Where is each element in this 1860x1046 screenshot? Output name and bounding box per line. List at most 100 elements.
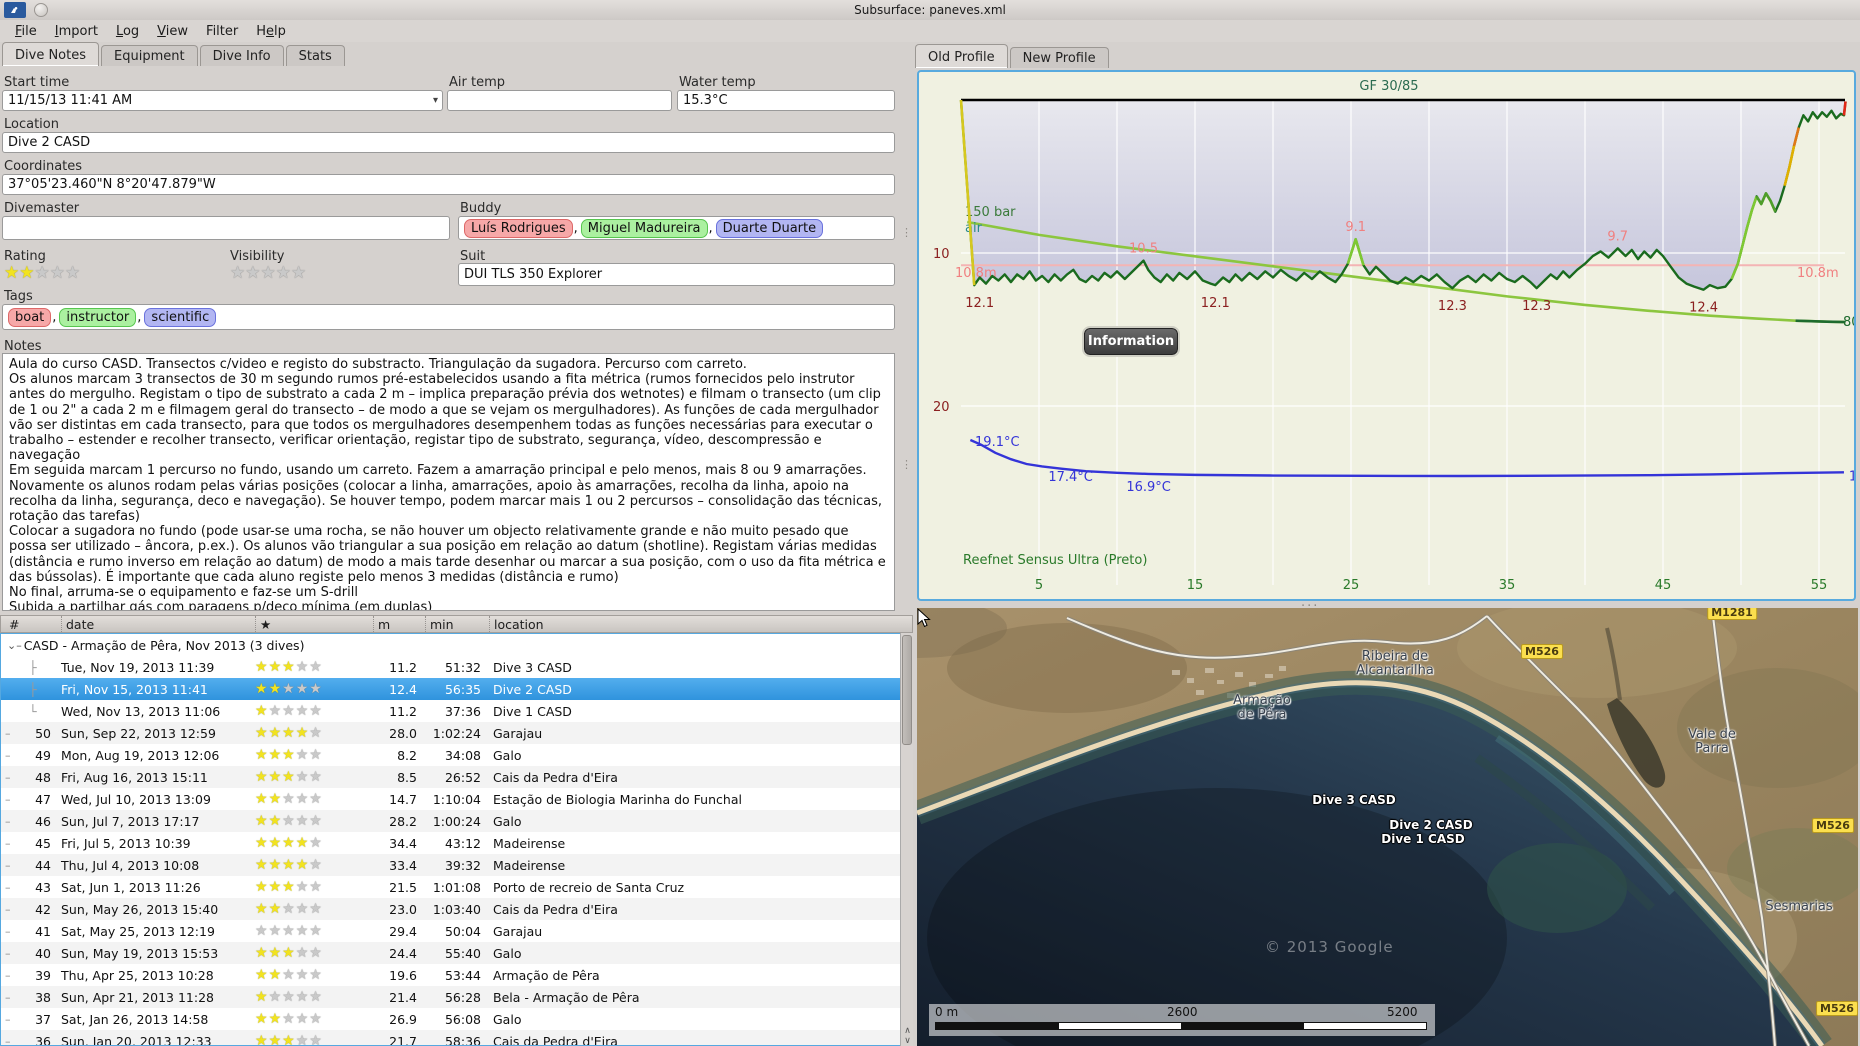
table-row[interactable]: –40 Sun, May 19, 2013 15:53 ★★★★★ 24.4 55:40… — [1, 942, 912, 964]
dive-list-header[interactable]: # date ★ m min location — [0, 615, 913, 633]
svg-text:GF 30/85: GF 30/85 — [1359, 79, 1418, 94]
table-row[interactable]: –47 Wed, Jul 10, 2013 13:09 ★★★★★ 14.7 1:10:… — [1, 788, 912, 810]
scrollbar-arrows[interactable]: ∧ ∨ — [901, 1026, 914, 1046]
table-row[interactable]: –38 Sun, Apr 21, 2013 11:28 ★★★★★ 21.4 56:28… — [1, 986, 912, 1008]
tree-stub: – — [5, 814, 11, 828]
table-row[interactable]: ├ Fri, Nov 15, 2013 11:41 ★★★★★ 12.4 56:35 Di… — [1, 678, 912, 700]
star-icon: ★ — [268, 813, 283, 829]
tags-field[interactable]: boat, instructor, scientific — [2, 304, 895, 330]
column-header-min[interactable]: min — [425, 616, 489, 632]
tab-dive-info[interactable]: Dive Info — [199, 45, 284, 66]
svg-text:9.1: 9.1 — [1345, 220, 1366, 235]
visibility-stars[interactable]: ★★★★★ — [230, 263, 306, 282]
dive-list-scrollbar[interactable]: ∧ ∨ — [900, 633, 913, 1046]
dive-duration: 51:32 — [444, 659, 481, 675]
menu-view[interactable]: View — [148, 22, 197, 41]
star-icon: ★ — [309, 725, 323, 741]
star-icon: ★ — [309, 879, 323, 895]
table-row[interactable]: –50 Sun, Sep 22, 2013 12:59 ★★★★★ 28.0 1:02:… — [1, 722, 912, 744]
tab-equipment[interactable]: Equipment — [101, 45, 198, 66]
star-icon[interactable]: ★ — [245, 263, 260, 283]
table-row[interactable]: –49 Mon, Aug 19, 2013 12:06 ★★★★★ 8.2 34:08 G… — [1, 744, 912, 766]
table-row[interactable]: –43 Sat, Jun 1, 2013 11:26 ★★★★★ 21.5 1:01:0… — [1, 876, 912, 898]
table-row[interactable]: ├ Tue, Nov 19, 2013 11:39 ★★★★★ 11.2 51:32 Di… — [1, 656, 912, 678]
star-icon: ★ — [268, 703, 283, 719]
divemaster-field[interactable] — [2, 216, 450, 240]
location-field[interactable]: Dive 2 CASD — [2, 132, 895, 153]
star-icon[interactable]: ★ — [276, 263, 291, 283]
rating-stars[interactable]: ★★★★★ — [4, 263, 80, 282]
table-row[interactable]: –39 Thu, Apr 25, 2013 10:28 ★★★★★ 19.6 53:44… — [1, 964, 912, 986]
water-temp-field[interactable]: 15.3°C — [677, 90, 895, 111]
star-icon: ★ — [282, 791, 296, 807]
tag-pill: Miguel Madureira — [580, 218, 708, 238]
table-row[interactable]: └ Wed, Nov 13, 2013 11:06 ★★★★★ 11.2 37:36 Di… — [1, 700, 912, 722]
table-row[interactable]: –37 Sat, Jan 26, 2013 14:58 ★★★★★ 26.9 56:08… — [1, 1008, 912, 1030]
right-tab-bar[interactable]: Old Profile New Profile — [915, 44, 1111, 68]
star-icon: ★ — [295, 1033, 310, 1046]
column-header-location[interactable]: location — [489, 616, 912, 632]
menu-file[interactable]: File — [6, 22, 46, 41]
star-icon[interactable]: ★ — [35, 263, 50, 283]
pill-separator: , — [708, 220, 713, 236]
star-icon[interactable]: ★ — [291, 263, 306, 283]
star-icon: ★ — [255, 769, 269, 785]
tag-pill: Duarte Duarte — [715, 218, 824, 238]
coordinates-field[interactable]: 37°05'23.460"N 8°20'47.879"W — [2, 174, 895, 195]
menu-help[interactable]: Help — [247, 22, 295, 41]
tab-dive-notes[interactable]: Dive Notes — [2, 42, 99, 66]
buddy-field[interactable]: Luís Rodrigues, Miguel Madureira, Duarte D… — [458, 216, 895, 240]
air-temp-field[interactable] — [447, 90, 672, 111]
scrollbar-thumb[interactable] — [902, 635, 912, 745]
dive-number: 36 — [35, 1033, 51, 1046]
road-badge: M526 — [1521, 644, 1563, 659]
dive-depth: 28.2 — [389, 813, 417, 829]
star-icon[interactable]: ★ — [4, 263, 19, 283]
star-icon[interactable]: ★ — [19, 263, 34, 283]
trip-group-row[interactable]: ⌄– CASD - Armação de Pêra, Nov 2013 (3 d… — [1, 634, 912, 656]
column-header-m[interactable]: m — [373, 616, 425, 632]
column-header-num[interactable]: # — [1, 616, 61, 632]
dive-location: Cais da Pedra d'Eira — [493, 769, 618, 785]
dive-date: Sat, May 25, 2013 12:19 — [61, 923, 215, 939]
star-icon[interactable]: ★ — [230, 263, 245, 283]
table-row[interactable]: –41 Sat, May 25, 2013 12:19 ★★★★★ 29.4 50:04… — [1, 920, 912, 942]
menu-filter[interactable]: Filter — [197, 22, 247, 41]
dive-date: Sat, Jun 1, 2013 11:26 — [61, 879, 201, 895]
dive-location: Galo — [493, 813, 522, 829]
dive-location-map[interactable]: Armação de Pêra Ribeira de Alcantarilha Va… — [917, 608, 1858, 1046]
table-row[interactable]: –44 Thu, Jul 4, 2013 10:08 ★★★★★ 33.4 39:32 M… — [1, 854, 912, 876]
table-row[interactable]: –46 Sun, Jul 7, 2013 17:17 ★★★★★ 28.2 1:00:2… — [1, 810, 912, 832]
star-icon: ★ — [295, 879, 310, 895]
star-icon[interactable]: ★ — [50, 263, 65, 283]
tab-new-profile[interactable]: New Profile — [1009, 47, 1109, 68]
dive-list-body[interactable]: ⌄– CASD - Armação de Pêra, Nov 2013 (3 d… — [0, 633, 913, 1046]
star-icon[interactable]: ★ — [65, 263, 80, 283]
tab-stats[interactable]: Stats — [285, 45, 345, 66]
table-row[interactable]: –42 Sun, May 26, 2013 15:40 ★★★★★ 23.0 1:03:… — [1, 898, 912, 920]
tab-old-profile[interactable]: Old Profile — [915, 44, 1008, 68]
column-header-date[interactable]: date — [61, 616, 255, 632]
column-header-stars[interactable]: ★ — [255, 616, 373, 632]
star-icon: ★ — [309, 681, 323, 697]
table-row[interactable]: –36 Sun, Jan 20, 2013 12:33 ★★★★★ 21.7 58:36… — [1, 1030, 912, 1046]
left-tab-bar[interactable]: Dive Notes Equipment Dive Info Stats — [2, 42, 347, 66]
dive-duration: 1:00:24 — [432, 813, 481, 829]
title-bar[interactable]: Subsurface: paneves.xml — [0, 0, 1860, 20]
panel-splitter[interactable]: ⋮ ⋮ — [897, 66, 913, 612]
star-icon[interactable]: ★ — [261, 263, 276, 283]
start-time-combobox[interactable]: 11/15/13 11:41 AM ▾ — [2, 90, 443, 111]
table-row[interactable]: –48 Fri, Aug 16, 2013 15:11 ★★★★★ 8.5 26:52 C… — [1, 766, 912, 788]
map-scale-bar: 0 m 2600 5200 — [929, 1004, 1435, 1036]
menu-import[interactable]: Import — [46, 22, 107, 41]
star-icon: ★ — [309, 989, 323, 1005]
dive-rating: ★★★★★ — [255, 769, 373, 785]
svg-text:10.5: 10.5 — [1129, 242, 1158, 257]
menu-bar[interactable]: File Import Log View Filter Help — [0, 20, 1860, 42]
suit-field[interactable]: DUI TLS 350 Explorer — [458, 263, 895, 286]
menu-log[interactable]: Log — [107, 22, 148, 41]
table-row[interactable]: –45 Fri, Jul 5, 2013 10:39 ★★★★★ 34.4 43:12 M… — [1, 832, 912, 854]
dive-date: Thu, Jul 4, 2013 10:08 — [61, 857, 200, 873]
information-button[interactable]: Information — [1082, 326, 1180, 357]
notes-textarea[interactable]: Aula do curso CASD. Transectos c/video e… — [2, 353, 895, 611]
